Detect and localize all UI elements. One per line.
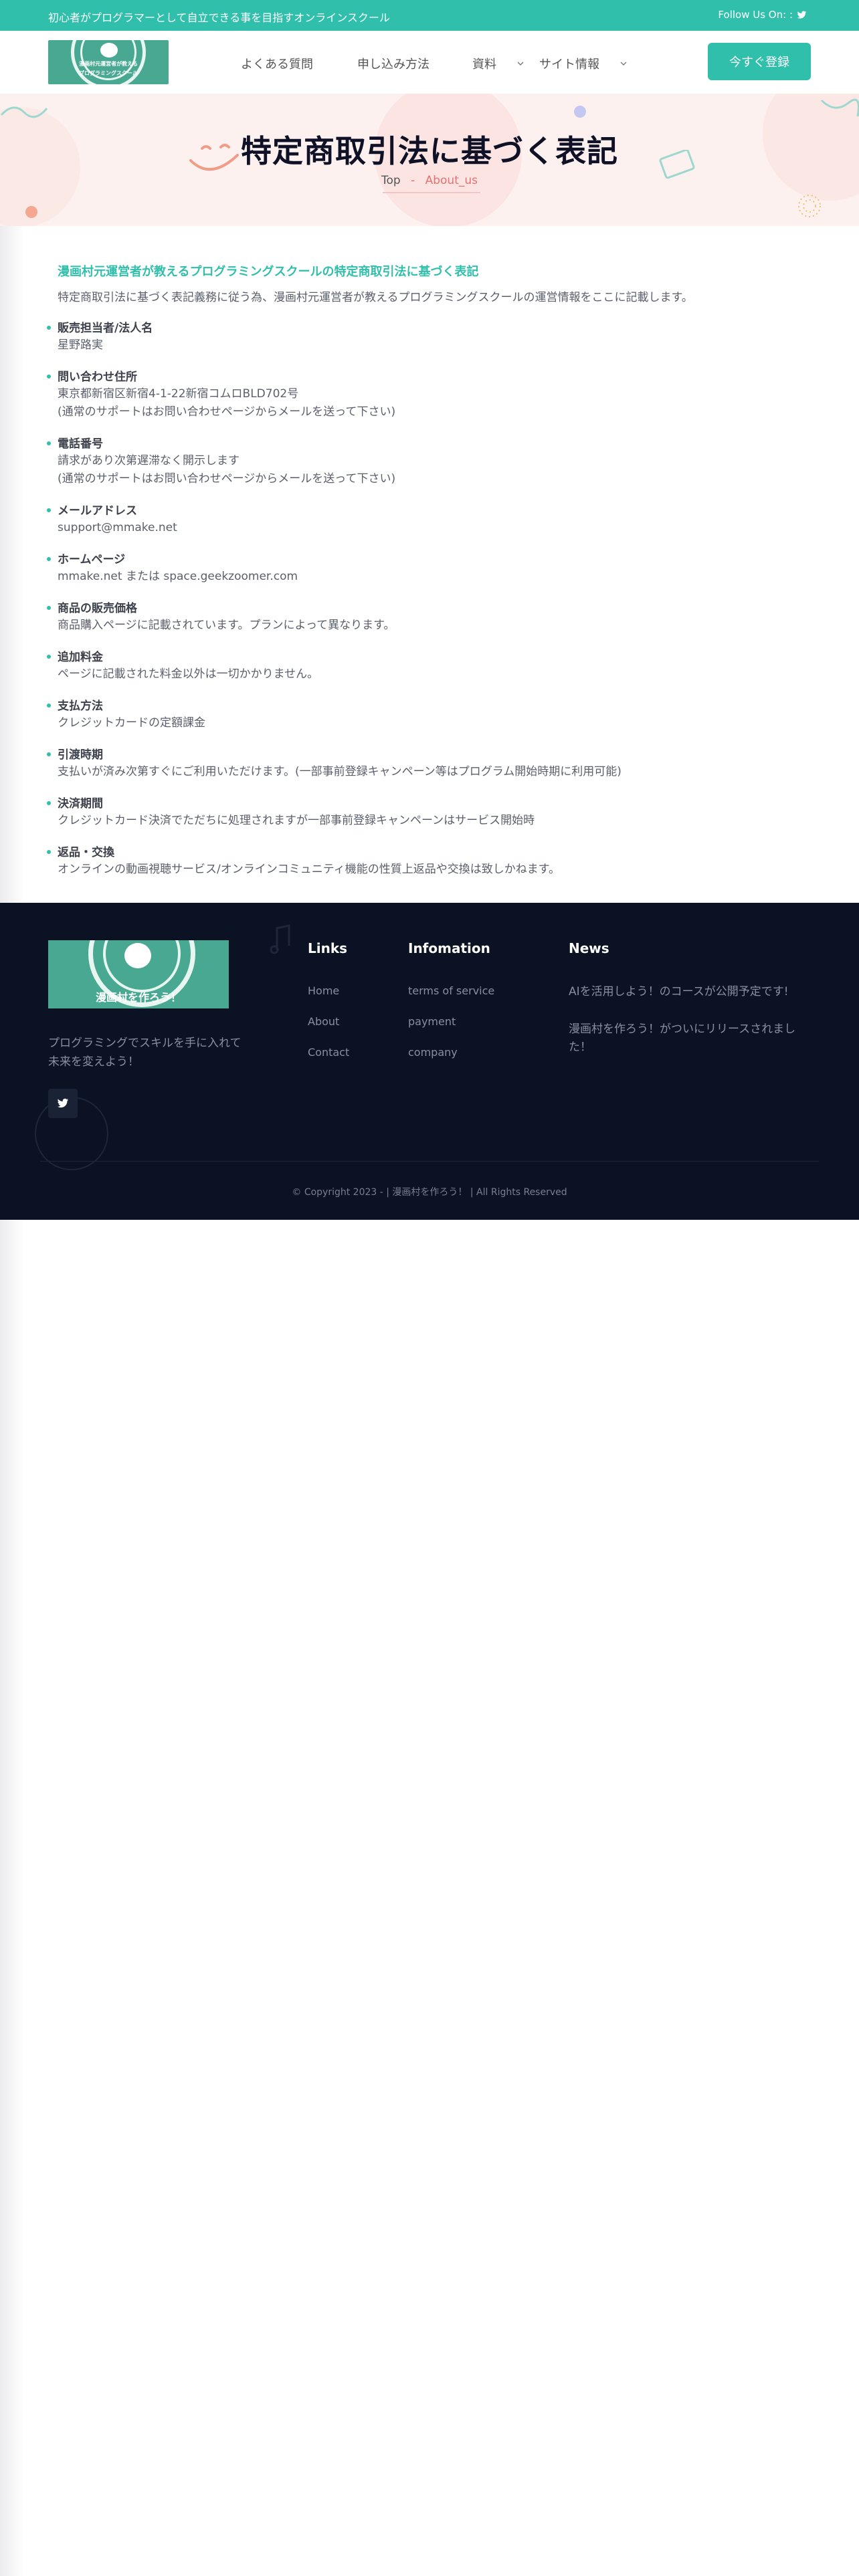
list-item: メールアドレス support@mmake.net [47,503,820,537]
intro-text: 特定商取引法に基づく表記義務に従う為、漫画村元運営者が教えるプログラミングスクー… [58,291,693,304]
nav-label: サイト情報 [539,58,599,72]
breadcrumb-separator: - [411,174,415,187]
chevron-down-icon [620,62,627,66]
item-label: 商品の販売価格 [58,602,137,615]
item-value: オンラインの動画視聴サービス/オンラインコミュニティ機能の性質上返品や交換は致し… [58,863,561,876]
list-item: 決済期間 クレジットカード決済でただちに処理されますが一部事前登録キャンペーンは… [47,796,820,830]
wave-decoration-icon [820,98,859,117]
item-value: support@mmake.net [58,521,177,534]
item-value: ページに記載された料金以外は一切かかりません。 [58,667,319,681]
footer-link-contact[interactable]: Contact [308,1046,349,1059]
intro-title: 漫画村元運営者が教えるプログラミングスクールの特定商取引法に基づく表記 [58,265,479,279]
item-value: 支払いが済み次第すぐにご利用いただけます。(一部事前登録キャンペーン等はプログラ… [58,765,622,778]
site-footer: 漫画村を作ろう！ プログラミングでスキルを手に入れて未来を変えよう！ Links… [0,903,859,1220]
footer-news-item[interactable]: 漫画村を作ろう！がついにリリースされました！ [569,1021,816,1057]
footer-copyright: © Copyright 2023 - | 漫画村を作ろう！ | All Righ… [292,1187,567,1198]
item-value: クレジットカード決済でただちに処理されますが一部事前登録キャンペーンはサービス開… [58,814,535,827]
item-label: 返品・交換 [58,846,114,859]
footer-link-terms[interactable]: terms of service [408,984,494,997]
footer-link-company[interactable]: company [408,1046,458,1059]
follow-us-label: Follow Us On: : [718,9,793,21]
legal-content: 漫画村元運営者が教えるプログラミングスクールの特定商取引法に基づく表記 特定商取… [47,262,820,893]
breadcrumb-home[interactable]: Top [381,174,401,187]
list-item: 返品・交換 オンラインの動画視聴サービス/オンラインコミュニティ機能の性質上返品… [47,845,820,879]
footer-divider [40,1161,819,1162]
site-header: 漫画村元運営者が教える プログラミングスクール よくある質問 申し込み方法 資料… [0,31,859,94]
chevron-down-icon [517,62,524,66]
footer-links-title: Links [308,940,348,956]
wave-decoration-icon [0,106,48,118]
decoration-dot [25,206,37,218]
breadcrumb: Top - About_us [0,174,859,187]
list-item: 電話番号 請求があり次第遅滞なく開示します (通常のサポートはお問い合わせページ… [47,436,820,488]
footer-logo-text: 漫画村を作ろう！ [95,991,181,1004]
follow-us: Follow Us On: : [718,9,807,21]
dots-decoration-icon [798,195,821,217]
nav-label: 資料 [472,58,496,72]
list-item: 販売担当者/法人名 星野路実 [47,320,820,354]
top-bar: 初心者がプログラマーとして自立できる事を目指すオンラインスクール Follow … [0,0,859,31]
item-value: mmake.net または space.geekzoomer.com [58,570,298,583]
item-label: 引渡時期 [58,748,103,762]
nav-label: 申し込み方法 [357,58,430,72]
footer-news-item[interactable]: AIを活用しよう！のコースが公開予定です! [569,983,816,1001]
site-tagline: 初心者がプログラマーとして自立できる事を目指すオンラインスクール [48,11,390,24]
footer-link-payment[interactable]: payment [408,1015,456,1028]
list-item: 支払方法 クレジットカードの定額課金 [47,698,820,732]
footer-description: プログラミングでスキルを手に入れて未来を変えよう！ [48,1037,242,1069]
footer-info-title: Infomation [408,940,490,956]
item-label: 問い合わせ住所 [58,370,137,384]
legal-list: 販売担当者/法人名 星野路実 問い合わせ住所 東京都新宿区新宿4-1-22新宿コ… [47,320,820,879]
nav-item-site-info[interactable]: サイト情報 [539,55,628,72]
site-logo[interactable]: 漫画村元運営者が教える プログラミングスクール [48,40,169,84]
item-value: 請求があり次第遅滞なく開示します [58,454,240,467]
item-label: 決済期間 [58,797,103,811]
breadcrumb-underline [383,192,480,193]
nav-item-apply[interactable]: 申し込み方法 [357,55,430,72]
item-value: 東京都新宿区新宿4-1-22新宿コムロBLD702号 [58,387,299,401]
footer-twitter-button[interactable] [48,1089,78,1118]
register-now-button[interactable]: 今すぐ登録 [708,43,811,80]
logo-line1: 漫画村元運営者が教える [79,61,138,67]
footer-link-home[interactable]: Home [308,984,339,997]
twitter-icon[interactable] [797,10,807,20]
bear-mascot-icon [100,43,118,58]
item-value: 商品購入ページに記載されています。プランによって異なります。 [58,619,395,632]
bear-mascot-icon [124,943,151,968]
footer-news-title: News [569,940,609,956]
item-label: 支払方法 [58,700,103,713]
footer-logo[interactable]: 漫画村を作ろう！ [48,940,229,1008]
item-value: クレジットカードの定額課金 [58,716,205,730]
item-value: (通常のサポートはお問い合わせページからメールを送って下さい) [58,405,396,419]
item-label: メールアドレス [58,504,137,518]
list-item: 追加料金 ページに記載された料金以外は一切かかりません。 [47,649,820,683]
item-value: (通常のサポートはお問い合わせページからメールを送って下さい) [58,472,396,486]
page-edge-shade [0,0,24,2576]
twitter-icon [57,1098,69,1108]
footer-link-about[interactable]: About [308,1015,339,1028]
item-value: 星野路実 [58,338,103,352]
nav-label: よくある質問 [241,58,313,72]
breadcrumb-current: About_us [425,174,478,187]
page-hero: 特定商取引法に基づく表記 Top - About_us [0,94,859,226]
nav-item-materials[interactable]: 資料 [472,55,524,72]
list-item: 問い合わせ住所 東京都新宿区新宿4-1-22新宿コムロBLD702号 (通常のサ… [47,369,820,421]
logo-line2: プログラミングスクール [79,70,138,76]
item-label: 電話番号 [58,437,103,451]
decoration-dot [574,106,586,118]
item-label: 販売担当者/法人名 [58,322,153,335]
list-item: 引渡時期 支払いが済み次第すぐにご利用いただけます。(一部事前登録キャンペーン等… [47,747,820,781]
page-title: 特定商取引法に基づく表記 [241,133,618,169]
music-note-decoration-icon [270,924,290,954]
nav-item-faq[interactable]: よくある質問 [241,55,313,72]
list-item: 商品の販売価格 商品購入ページに記載されています。プランによって異なります。 [47,601,820,635]
item-label: 追加料金 [58,651,103,664]
list-item: ホームページ mmake.net または space.geekzoomer.co… [47,552,820,586]
item-label: ホームページ [58,553,126,566]
